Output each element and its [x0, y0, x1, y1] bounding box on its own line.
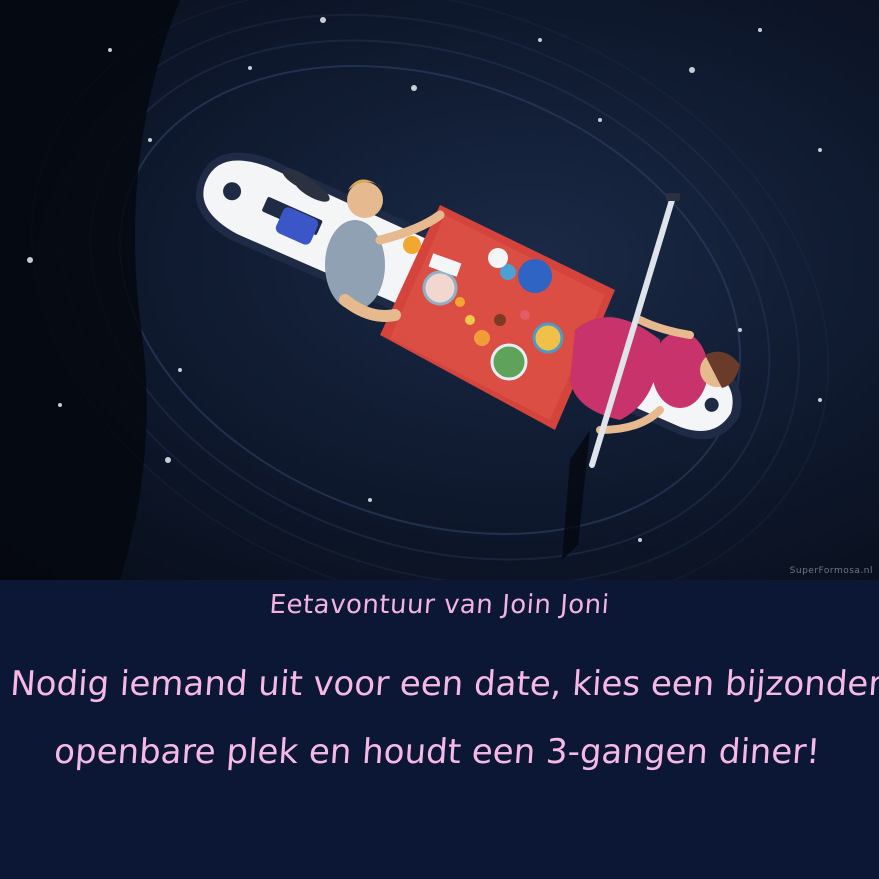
paddleboard-dinner-photo: JOBE [0, 0, 879, 580]
subtitle: Eetavontuur van Join Joni [268, 590, 611, 620]
poster: JOBE SuperFormosa.nl Eetavontuur van Joi… [0, 0, 879, 879]
caption-panel: Eetavontuur van Join Joni Nodig iemand u… [0, 580, 879, 879]
headline-line-1: Nodig iemand uit voor een date, kies een… [8, 664, 879, 704]
paddle-blade-shadow [562, 430, 590, 560]
dark-water-corner [0, 0, 180, 580]
headline: Nodig iemand uit voor een date, kies een… [3, 650, 879, 786]
photo-watermark: SuperFormosa.nl [789, 566, 873, 576]
headline-line-2: openbare plek en houdt een 3-gangen dine… [52, 732, 822, 772]
